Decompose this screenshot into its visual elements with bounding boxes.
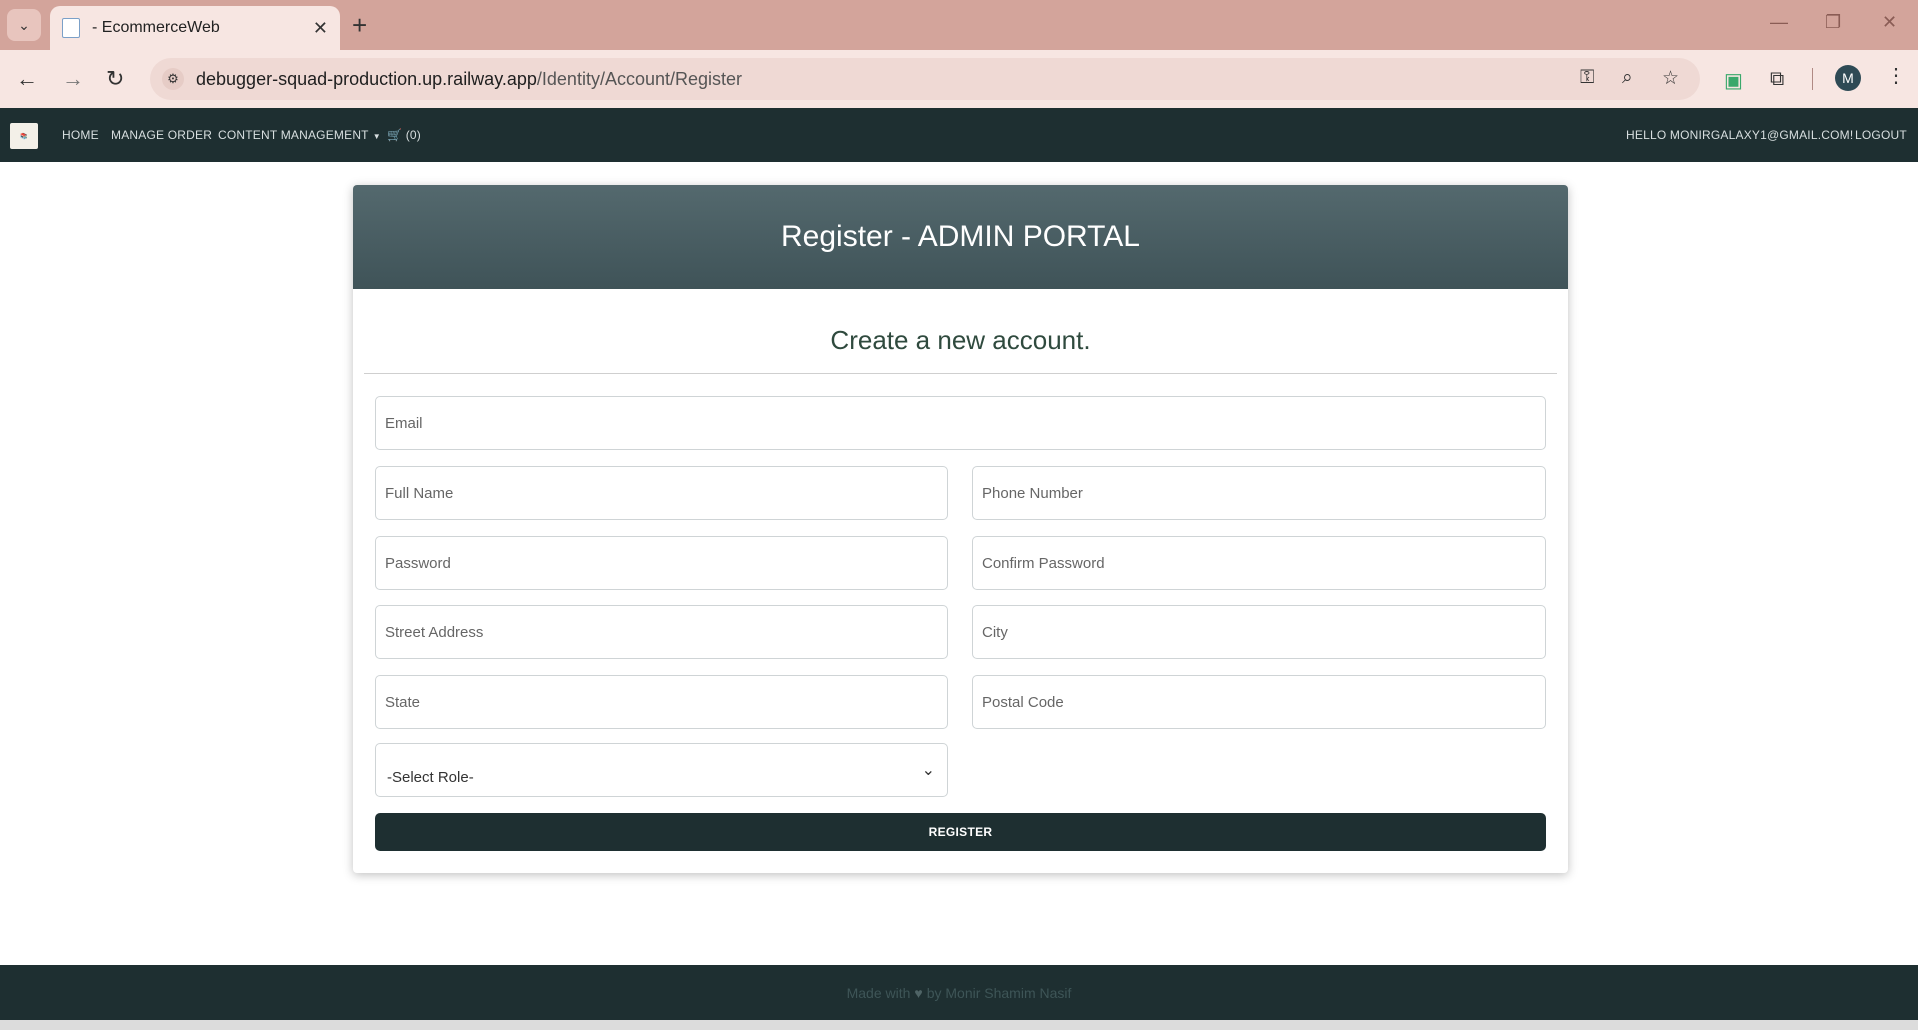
street-address-field[interactable] [375, 605, 948, 659]
divider [364, 373, 1557, 374]
street-address-input[interactable] [376, 606, 947, 658]
tab-title: - EcommerceWeb [92, 19, 220, 36]
reload-icon[interactable]: ↻ [106, 64, 124, 94]
email-input[interactable] [376, 397, 1545, 449]
window-close-icon[interactable]: ✕ [1882, 12, 1897, 33]
favicon-icon [62, 18, 80, 38]
password-input[interactable] [376, 537, 947, 589]
nav-content-management-label: CONTENT MANAGEMENT [218, 128, 369, 142]
url-text[interactable]: debugger-squad-production.up.railway.app… [196, 69, 742, 90]
cart-icon: 🛒 [387, 128, 403, 142]
back-icon[interactable]: ← [16, 64, 38, 94]
bookmark-star-icon[interactable]: ☆ [1662, 67, 1679, 90]
url-path: /Identity/Account/Register [536, 69, 743, 89]
state-field[interactable] [375, 675, 948, 729]
toolbar-divider [1812, 68, 1813, 90]
site-logo[interactable]: 📚 [10, 123, 38, 149]
form-subtitle: Create a new account. [830, 325, 1091, 355]
browser-tab-bar: ⌄ - EcommerceWeb ✕ + — ❐ ✕ [0, 0, 1918, 50]
register-card: Register - ADMIN PORTAL Create a new acc… [353, 185, 1568, 873]
close-icon[interactable]: ✕ [313, 18, 328, 39]
nav-manage-order[interactable]: MANAGE ORDER [111, 128, 212, 142]
postal-code-input[interactable] [973, 676, 1545, 728]
tab-list-icon[interactable]: ⌄ [7, 9, 41, 41]
forward-icon[interactable]: → [62, 64, 84, 94]
phone-field[interactable] [972, 466, 1546, 520]
city-input[interactable] [973, 606, 1545, 658]
full-name-field[interactable] [375, 466, 948, 520]
postal-code-field[interactable] [972, 675, 1546, 729]
app-navbar: 📚 HOME MANAGE ORDER CONTENT MANAGEMENT ▼ … [0, 108, 1918, 162]
site-info-icon[interactable]: ⚙ [162, 68, 184, 90]
address-bar[interactable]: ⚙ debugger-squad-production.up.railway.a… [150, 58, 1700, 100]
bottom-strip [0, 1020, 1918, 1030]
confirm-password-input[interactable] [973, 537, 1545, 589]
city-field[interactable] [972, 605, 1546, 659]
url-host: debugger-squad-production.up.railway.app [196, 69, 537, 89]
full-name-input[interactable] [376, 467, 947, 519]
extension-icon[interactable]: ▣ [1724, 68, 1743, 93]
phone-input[interactable] [973, 467, 1545, 519]
state-input[interactable] [376, 676, 947, 728]
role-select[interactable]: -Select Role- ⌄ [375, 743, 948, 797]
email-field[interactable] [375, 396, 1546, 450]
puzzle-icon[interactable]: ⧉ [1770, 68, 1784, 91]
nav-hello-user[interactable]: HELLO MONIRGALAXY1@GMAIL.COM! [1626, 128, 1853, 142]
nav-cart[interactable]: 🛒 (0) [387, 128, 421, 142]
browser-tab[interactable]: - EcommerceWeb ✕ [50, 6, 340, 50]
register-button[interactable]: REGISTER [375, 813, 1546, 851]
zoom-icon[interactable]: ⌕ [1622, 67, 1633, 89]
footer-made-with: Made with [846, 984, 911, 1001]
nav-logout[interactable]: LOGOUT [1855, 128, 1907, 142]
password-field[interactable] [375, 536, 948, 590]
nav-home[interactable]: HOME [62, 128, 99, 142]
password-key-icon[interactable]: ⚿ [1580, 67, 1594, 89]
cart-count: (0) [405, 128, 421, 142]
heart-icon: ♥ [914, 984, 923, 1001]
minimize-icon[interactable]: — [1770, 12, 1788, 33]
restore-icon[interactable]: ❐ [1825, 12, 1841, 33]
role-select-value: -Select Role- [387, 769, 474, 786]
confirm-password-field[interactable] [972, 536, 1546, 590]
caret-down-icon: ▼ [372, 132, 381, 141]
chevron-down-icon: ⌄ [921, 762, 935, 779]
profile-avatar[interactable]: M [1835, 65, 1861, 91]
footer-author: by Monir Shamim Nasif [926, 984, 1072, 1001]
page-footer: Made with ♥ by Monir Shamim Nasif [0, 965, 1918, 1020]
browser-toolbar: ← → ↻ ⚙ debugger-squad-production.up.rai… [0, 50, 1918, 108]
page-title: Register - ADMIN PORTAL [781, 220, 1140, 253]
card-header: Register - ADMIN PORTAL [353, 185, 1568, 289]
menu-kebab-icon[interactable]: ⋮ [1886, 63, 1906, 88]
new-tab-button[interactable]: + [352, 10, 367, 40]
nav-content-management[interactable]: CONTENT MANAGEMENT ▼ [218, 128, 381, 142]
